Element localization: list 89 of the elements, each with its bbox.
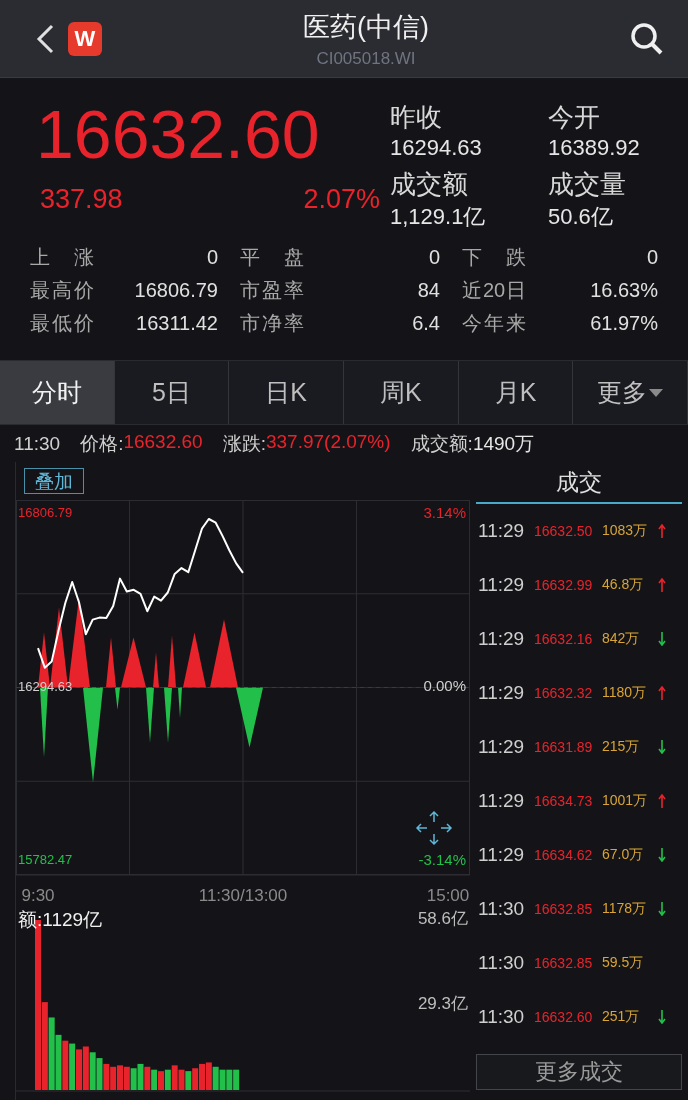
stat-value: 0 [646, 246, 658, 269]
quote-time: 11:30 [14, 432, 61, 455]
trade-time: 11:29 [478, 628, 526, 650]
trade-time: 11:29 [478, 574, 526, 596]
stat-value: 16.63% [590, 279, 658, 302]
stat-label: 平盘 [240, 245, 304, 270]
page-title: 医药(中信) [303, 10, 429, 44]
stat-value: 16389.92 [548, 135, 641, 161]
stat-value: 1,129.1亿 [390, 203, 487, 231]
trade-price: 16632.99 [534, 577, 594, 593]
overlay-button[interactable]: 叠加 [24, 468, 84, 494]
period-tab[interactable]: 日K [229, 361, 344, 424]
axis-label: 16806.79 [18, 505, 73, 521]
percent-change: 2.07% [303, 184, 380, 215]
trade-volume: 59.5万 [602, 954, 645, 972]
period-tab[interactable]: 分时 [0, 361, 115, 424]
stat-label: 今开 [548, 101, 601, 134]
trade-price: 16632.85 [534, 901, 594, 917]
trade-price: 16631.89 [534, 739, 594, 755]
field-label: 价格: [80, 431, 124, 456]
stat-value: 50.6亿 [548, 203, 614, 231]
trade-time: 11:29 [478, 790, 526, 812]
trade-volume: 1178万 [602, 900, 648, 918]
stat-value: 84 [417, 279, 440, 302]
axis-label: -3.14% [418, 850, 466, 868]
period-tab[interactable]: 更多 [573, 361, 688, 424]
price-change: 337.98 [40, 184, 123, 215]
stat-label: 成交额 [390, 168, 469, 201]
axis-label: 11:30/13:00 [198, 886, 288, 905]
period-tab[interactable]: 周K [344, 361, 459, 424]
volume-label: 额:1129亿 [18, 908, 103, 932]
trade-volume: 46.8万 [602, 576, 645, 594]
trade-time: 11:29 [478, 736, 526, 758]
field-label: 成交额: [410, 431, 473, 456]
trade-volume: 251万 [602, 1008, 641, 1026]
field-label: 涨跌: [222, 431, 266, 456]
stat-label: 昨收 [390, 101, 443, 134]
stat-label: 市净率 [240, 311, 304, 336]
last-price: 16632.60 [36, 100, 321, 168]
axis-label: 0.00% [423, 677, 466, 695]
axis-label: 58.6亿 [417, 909, 468, 929]
app-logo: W [68, 21, 102, 56]
stat-label: 最高价 [30, 278, 94, 303]
period-tab[interactable]: 月K [458, 361, 574, 424]
stat-value: 16806.79 [134, 279, 218, 302]
field-value: 1490万 [472, 431, 535, 456]
trade-price: 16634.62 [534, 847, 594, 863]
trade-volume: 1001万 [602, 792, 649, 810]
trade-price: 16632.50 [534, 523, 594, 539]
stat-label: 今年来 [462, 311, 526, 336]
axis-label: 29.3亿 [417, 994, 468, 1014]
stat-label: 下跌 [462, 245, 526, 270]
stat-label: 成交量 [548, 168, 627, 201]
axis-label: 15:00 [426, 886, 470, 905]
more-trades-button[interactable]: 更多成交 [476, 1054, 682, 1090]
trade-volume: 842万 [602, 630, 641, 648]
trade-time: 11:29 [478, 682, 526, 704]
axis-label: 3.14% [423, 503, 466, 521]
trade-volume: 215万 [602, 738, 641, 756]
trade-time: 11:29 [478, 520, 526, 542]
trades-header: 成交 [476, 462, 682, 504]
trade-price: 16634.73 [534, 793, 594, 809]
stat-value: 61.97% [590, 312, 658, 335]
axis-label: 9:30 [21, 886, 55, 905]
trade-time: 11:30 [478, 898, 526, 920]
period-tab[interactable]: 5日 [114, 361, 230, 424]
stat-value: 0 [428, 246, 440, 269]
trade-volume: 1180万 [602, 684, 648, 702]
stat-label: 市盈率 [240, 278, 304, 303]
stat-label: 上涨 [30, 245, 94, 270]
stat-value: 16294.63 [390, 135, 483, 161]
axis-label: 15782.47 [18, 852, 73, 868]
trade-price: 16632.85 [534, 955, 594, 971]
stat-label: 最低价 [30, 311, 94, 336]
trade-time: 11:30 [478, 1006, 526, 1028]
field-value: 337.97(2.07%) [265, 430, 391, 454]
stat-value: 0 [206, 246, 218, 269]
trade-price: 16632.16 [534, 631, 594, 647]
trade-time: 11:29 [478, 844, 526, 866]
security-code: CI005018.WI [316, 48, 416, 69]
stat-value: 6.4 [412, 312, 440, 335]
stat-label: 近20日 [462, 278, 526, 303]
field-value: 16632.60 [123, 430, 203, 454]
stat-value: 16311.42 [136, 312, 218, 335]
trade-price: 16632.32 [534, 685, 594, 701]
trade-volume: 1083万 [602, 522, 649, 540]
trade-price: 16632.60 [534, 1009, 594, 1025]
trade-time: 11:30 [478, 952, 526, 974]
trade-volume: 67.0万 [602, 846, 645, 864]
